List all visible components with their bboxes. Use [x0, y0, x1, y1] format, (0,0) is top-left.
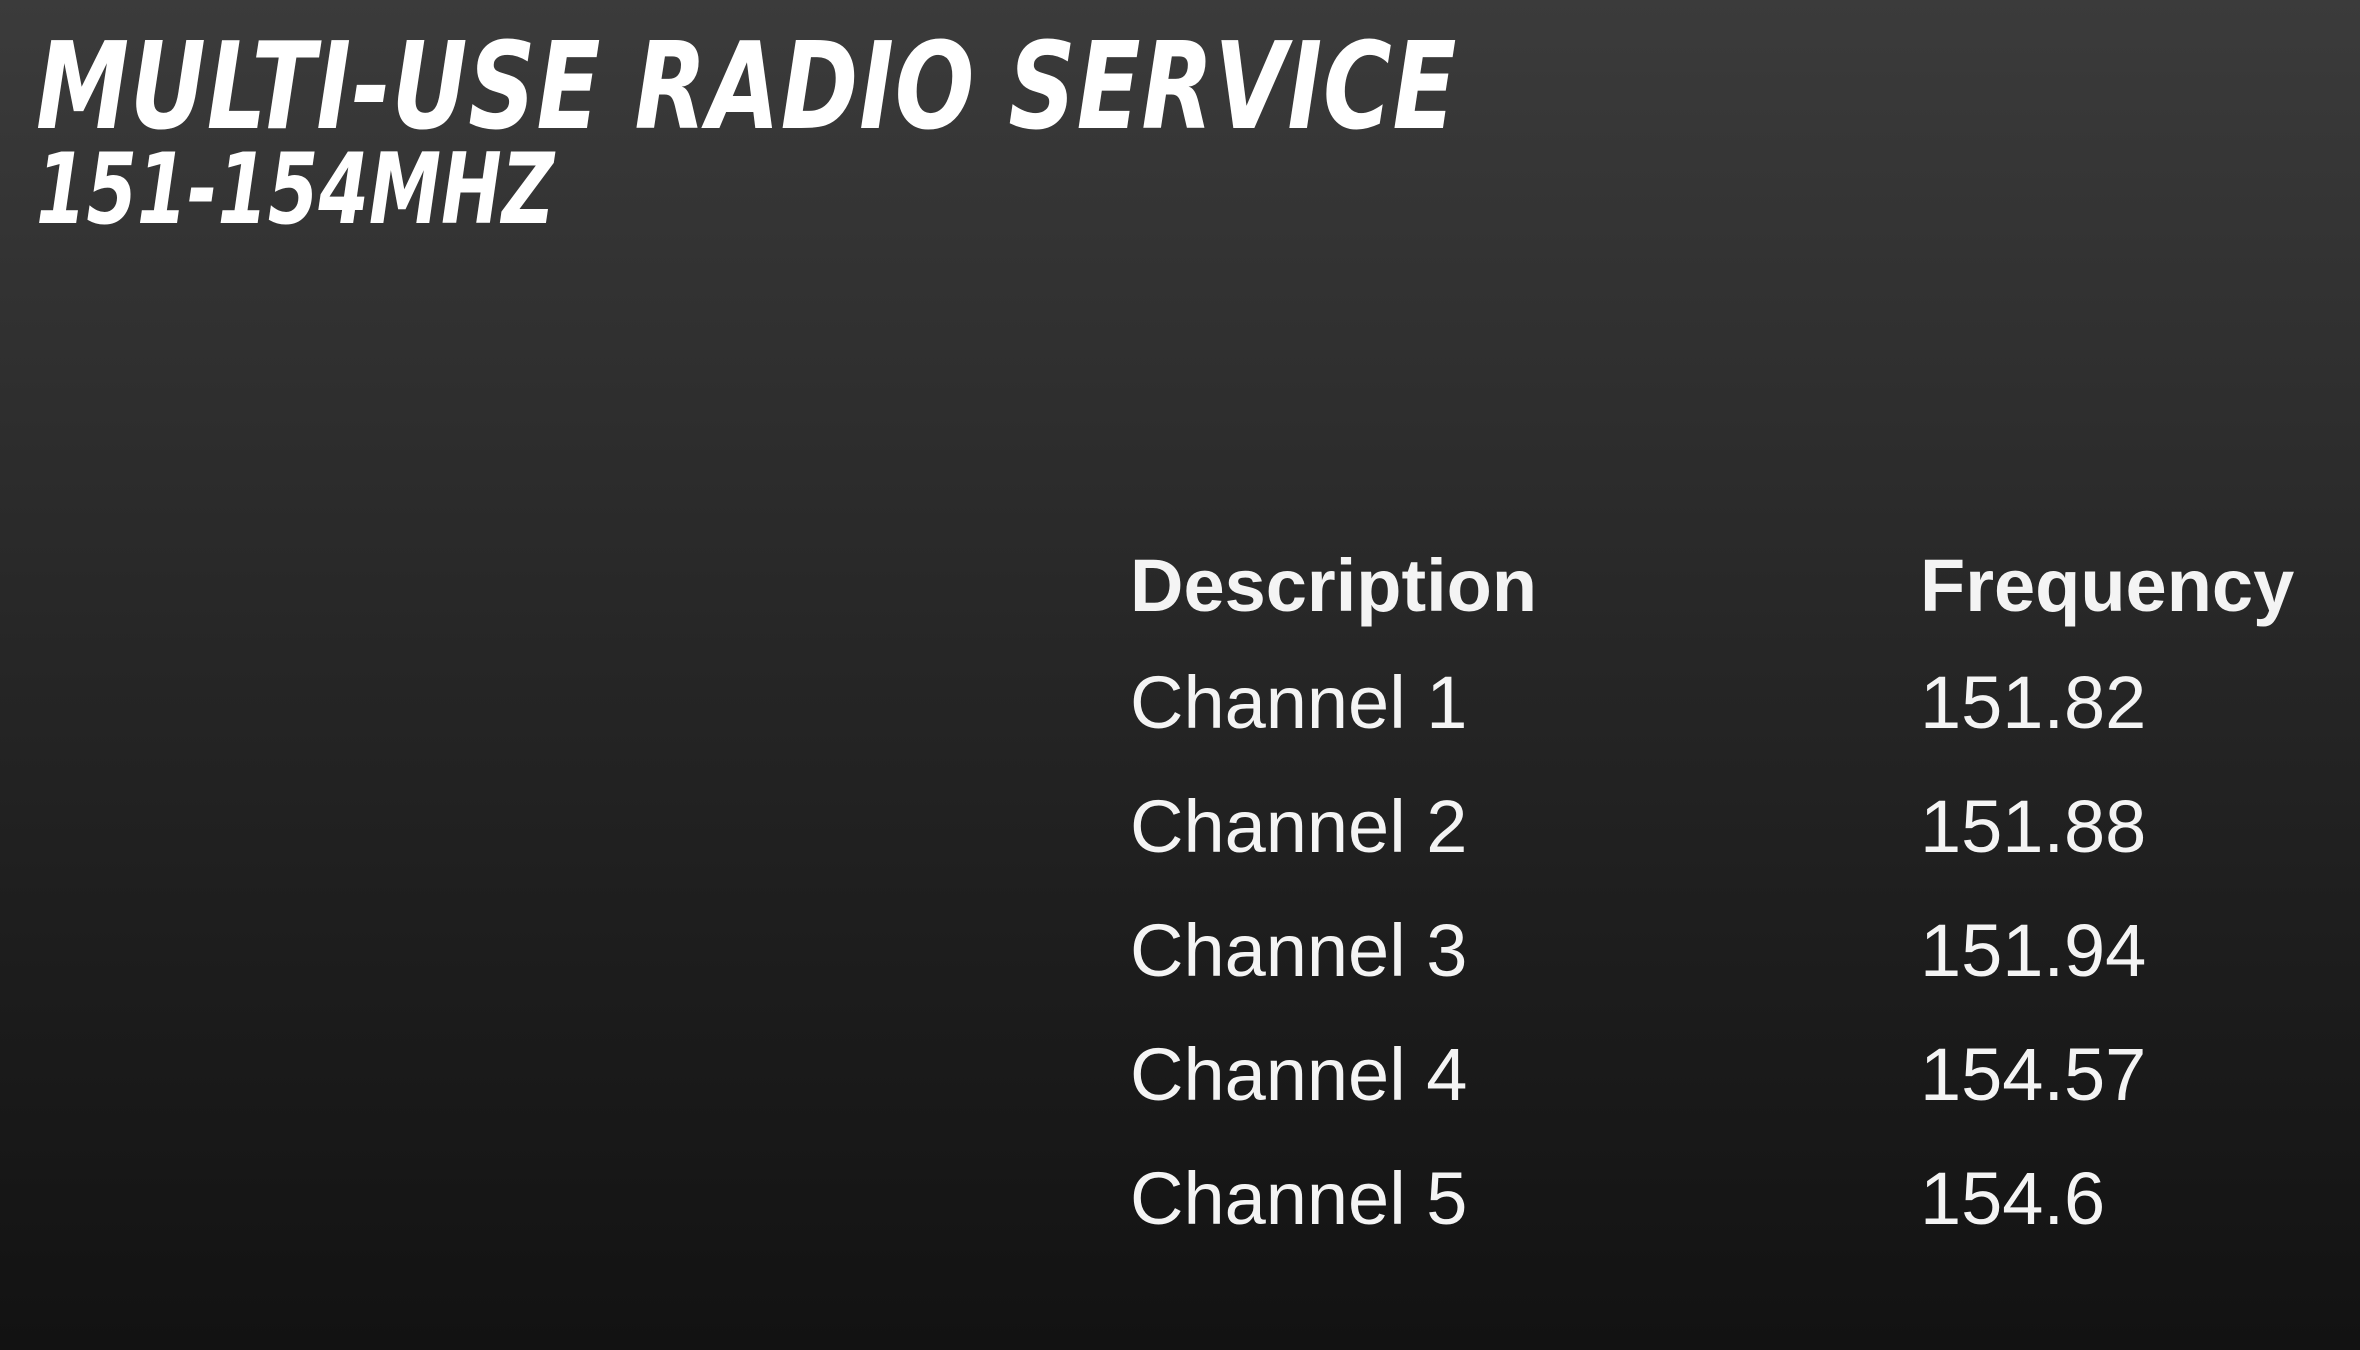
channel-frequency: 154.57 [1920, 1032, 2147, 1116]
channel-description: Channel 5 [1130, 1156, 1468, 1240]
channel-description: Channel 2 [1130, 784, 1468, 868]
channel-description: Channel 1 [1130, 660, 1468, 744]
slide: MULTI-USE RADIO SERVICE 151-154MHZ Descr… [0, 0, 2360, 1350]
title-block: MULTI-USE RADIO SERVICE 151-154MHZ [36, 18, 1536, 244]
slide-subtitle: 151-154MHZ [36, 133, 555, 247]
channel-description: Channel 4 [1130, 1032, 1468, 1116]
channel-frequency: 151.82 [1920, 660, 2147, 744]
table-row: Channel 5 154.6 [1130, 1136, 2340, 1260]
channel-frequency: 154.6 [1920, 1156, 2106, 1240]
channel-description: Channel 3 [1130, 908, 1468, 992]
channel-frequency: 151.88 [1920, 784, 2147, 868]
header-description: Description [1130, 543, 1538, 627]
table-row: Channel 3 151.94 [1130, 888, 2340, 1012]
table-row: Channel 2 151.88 [1130, 764, 2340, 888]
table-row: Channel 1 151.82 [1130, 640, 2340, 764]
table-row: Channel 4 154.57 [1130, 1012, 2340, 1136]
frequency-table: Description Frequency Channel 1 151.82 C… [1130, 530, 2340, 1260]
header-frequency: Frequency [1920, 543, 2295, 627]
table-header-row: Description Frequency [1130, 530, 2340, 640]
channel-frequency: 151.94 [1920, 908, 2147, 992]
